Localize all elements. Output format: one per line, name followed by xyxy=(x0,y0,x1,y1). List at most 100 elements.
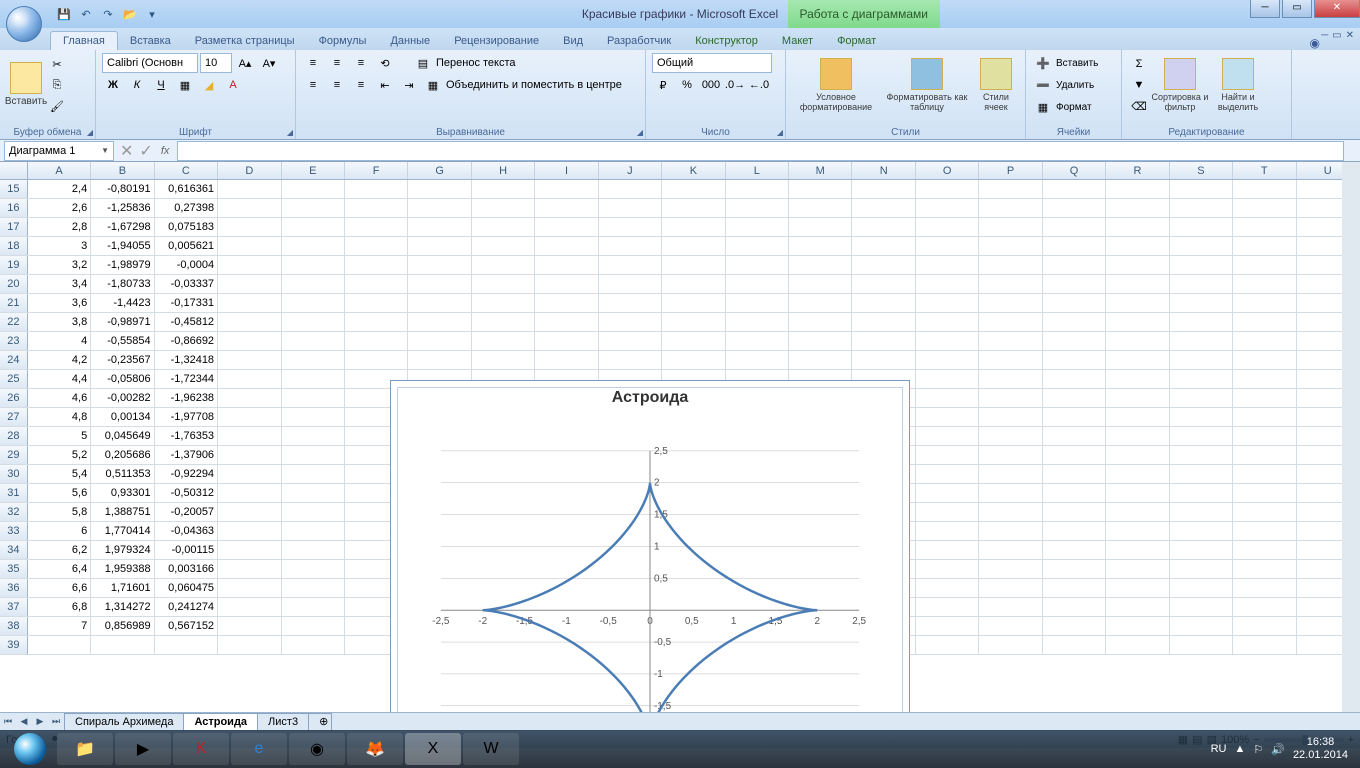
cell[interactable]: 6,4 xyxy=(28,560,91,578)
row-header[interactable]: 15 xyxy=(0,180,28,198)
font-size-select[interactable] xyxy=(200,53,232,73)
cell[interactable] xyxy=(218,275,281,293)
cell[interactable] xyxy=(218,332,281,350)
cell[interactable] xyxy=(282,427,345,445)
row-header[interactable]: 28 xyxy=(0,427,28,445)
cell[interactable] xyxy=(282,465,345,483)
cell[interactable] xyxy=(726,199,789,217)
cancel-icon[interactable]: ✕ xyxy=(120,141,133,161)
cell[interactable]: 4,2 xyxy=(28,351,91,369)
column-header[interactable]: Q xyxy=(1043,162,1106,179)
cell[interactable] xyxy=(28,636,91,654)
cell[interactable] xyxy=(282,218,345,236)
cell[interactable]: -0,17331 xyxy=(155,294,218,312)
cell[interactable] xyxy=(282,598,345,616)
cell[interactable] xyxy=(218,522,281,540)
row-header[interactable]: 37 xyxy=(0,598,28,616)
align-center-icon[interactable]: ≡ xyxy=(326,75,348,95)
cell[interactable]: -0,04363 xyxy=(155,522,218,540)
cell[interactable] xyxy=(1106,427,1169,445)
sheet-tab-1[interactable]: Спираль Архимеда xyxy=(64,713,184,731)
task-firefox[interactable]: 🦊 xyxy=(347,733,403,765)
cell[interactable] xyxy=(916,446,979,464)
cell[interactable] xyxy=(155,636,218,654)
cell[interactable]: 5,4 xyxy=(28,465,91,483)
cell[interactable]: 4,8 xyxy=(28,408,91,426)
cell[interactable] xyxy=(1233,636,1296,654)
cell[interactable] xyxy=(726,294,789,312)
cell[interactable] xyxy=(1106,275,1169,293)
cell[interactable] xyxy=(218,294,281,312)
cell[interactable] xyxy=(979,503,1042,521)
cell[interactable]: 7 xyxy=(28,617,91,635)
cell[interactable] xyxy=(282,313,345,331)
cell[interactable] xyxy=(408,313,471,331)
cell[interactable] xyxy=(218,579,281,597)
align-top-icon[interactable]: ≡ xyxy=(302,53,324,73)
cell[interactable] xyxy=(472,199,535,217)
cell[interactable] xyxy=(535,294,598,312)
column-header[interactable]: C xyxy=(155,162,218,179)
cell[interactable] xyxy=(1170,180,1233,198)
cell[interactable] xyxy=(1043,636,1106,654)
column-header[interactable]: D xyxy=(218,162,281,179)
cell[interactable]: 0,003166 xyxy=(155,560,218,578)
cell[interactable] xyxy=(472,332,535,350)
number-launcher-icon[interactable]: ◢ xyxy=(777,128,783,137)
cell[interactable] xyxy=(1043,598,1106,616)
cell[interactable] xyxy=(916,370,979,388)
cell[interactable] xyxy=(1170,275,1233,293)
cell[interactable] xyxy=(916,218,979,236)
cell[interactable]: 0,93301 xyxy=(91,484,154,502)
chart-object[interactable]: Астроида -2,5-2-1,5-1-0,50,511,522,5-2,5… xyxy=(390,380,910,712)
cell[interactable] xyxy=(1170,617,1233,635)
cell[interactable] xyxy=(662,332,725,350)
cell[interactable] xyxy=(218,199,281,217)
cell[interactable] xyxy=(916,199,979,217)
maximize-button[interactable]: ▭ xyxy=(1282,0,1312,18)
tab-home[interactable]: Главная xyxy=(50,31,118,50)
cell[interactable] xyxy=(535,199,598,217)
redo-icon[interactable]: ↷ xyxy=(98,4,118,24)
help-icon[interactable]: ◉ xyxy=(1310,36,1320,50)
cell[interactable] xyxy=(282,275,345,293)
doc-restore-button[interactable]: ▭ xyxy=(1332,30,1341,41)
minimize-button[interactable]: ─ xyxy=(1250,0,1280,18)
column-header[interactable]: G xyxy=(408,162,471,179)
font-color-icon[interactable]: A xyxy=(222,75,244,95)
cell[interactable] xyxy=(1043,180,1106,198)
cell[interactable] xyxy=(1170,427,1233,445)
row-header[interactable]: 34 xyxy=(0,541,28,559)
cell[interactable] xyxy=(979,180,1042,198)
cell[interactable] xyxy=(599,332,662,350)
cell[interactable] xyxy=(1106,446,1169,464)
cell[interactable] xyxy=(1233,275,1296,293)
cell[interactable] xyxy=(282,636,345,654)
cell[interactable] xyxy=(662,237,725,255)
cell[interactable] xyxy=(662,275,725,293)
cell[interactable] xyxy=(1043,389,1106,407)
task-word[interactable]: W xyxy=(463,733,519,765)
cell[interactable] xyxy=(1043,370,1106,388)
cell[interactable] xyxy=(535,237,598,255)
cell[interactable] xyxy=(916,560,979,578)
cell[interactable] xyxy=(1170,237,1233,255)
close-button[interactable]: ✕ xyxy=(1314,0,1360,18)
cell[interactable]: 3,2 xyxy=(28,256,91,274)
cell[interactable] xyxy=(218,598,281,616)
cell[interactable] xyxy=(916,465,979,483)
cell[interactable] xyxy=(1170,579,1233,597)
cell[interactable] xyxy=(1043,484,1106,502)
cell[interactable]: 6,8 xyxy=(28,598,91,616)
cell[interactable] xyxy=(1106,465,1169,483)
cell[interactable]: 1,314272 xyxy=(91,598,154,616)
cell[interactable] xyxy=(282,180,345,198)
sort-filter-button[interactable]: Сортировка и фильтр xyxy=(1150,52,1210,117)
cell[interactable] xyxy=(282,294,345,312)
comma-icon[interactable]: 000 xyxy=(700,75,722,95)
cell[interactable] xyxy=(1233,522,1296,540)
column-header[interactable]: A xyxy=(28,162,91,179)
cell[interactable] xyxy=(599,237,662,255)
row-header[interactable]: 35 xyxy=(0,560,28,578)
cell[interactable]: -1,98979 xyxy=(91,256,154,274)
